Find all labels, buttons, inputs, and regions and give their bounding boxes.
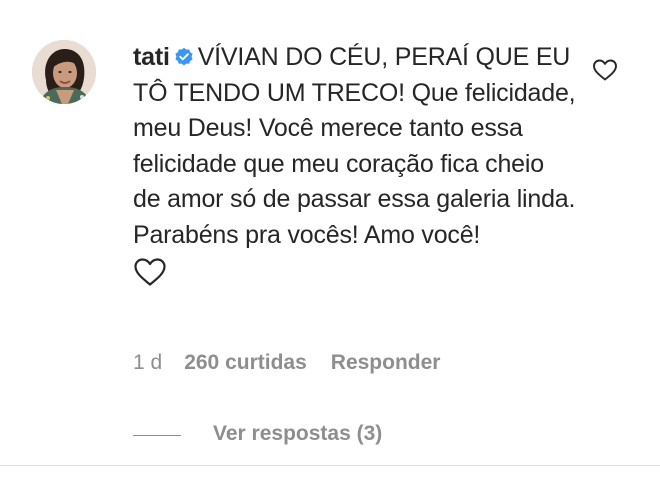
comment-meta: 1 d 260 curtidas Responder xyxy=(133,348,440,378)
view-replies-label: Ver respostas (3) xyxy=(213,422,383,445)
avatar[interactable] xyxy=(32,40,96,104)
reply-button[interactable]: Responder xyxy=(331,351,441,375)
comment-timestamp[interactable]: 1 d xyxy=(133,351,162,375)
comment-body: tati VÍVIAN DO CÉU, PERAÍ QUE EU TÔ TEND… xyxy=(133,40,578,287)
bottom-divider xyxy=(0,465,660,466)
view-replies-button[interactable]: Ver respostas (3) xyxy=(133,419,382,449)
comment-username[interactable]: tati xyxy=(133,43,170,71)
replies-divider-line xyxy=(133,434,181,436)
comment-item: tati VÍVIAN DO CÉU, PERAÍ QUE EU TÔ TEND… xyxy=(0,0,660,477)
comment-likes-count[interactable]: 260 curtidas xyxy=(184,351,307,375)
verified-badge-icon xyxy=(174,42,194,66)
avatar-image xyxy=(32,40,96,104)
comment-text: VÍVIAN DO CÉU, PERAÍ QUE EU TÔ TENDO UM … xyxy=(133,43,576,249)
heart-outline-icon xyxy=(133,257,167,287)
like-comment-heart-icon[interactable] xyxy=(592,58,618,82)
